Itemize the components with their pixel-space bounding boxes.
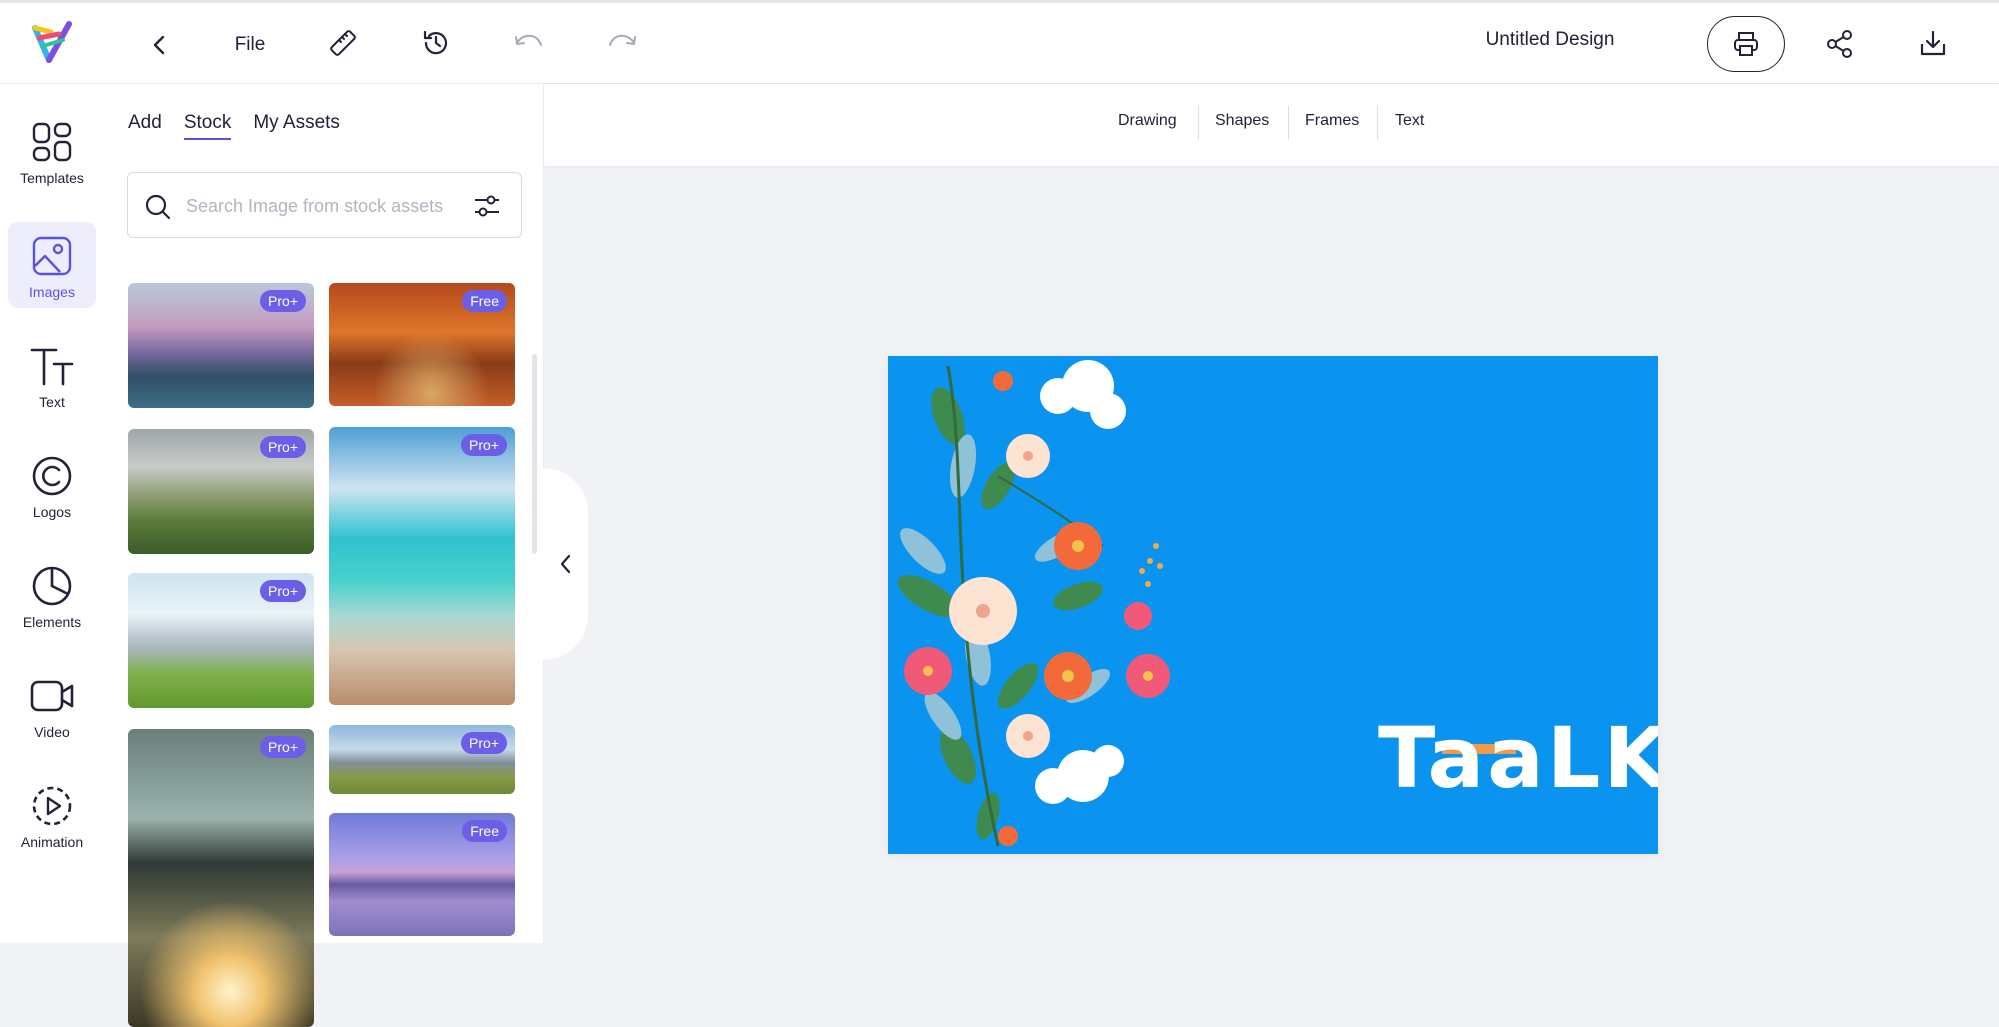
pro-badge: Pro+: [461, 434, 507, 456]
asset-panel: Add Stock My Assets Pro+ Free Pro+ Pro+ …: [106, 84, 544, 1027]
divider: [1288, 106, 1289, 140]
tool-shapes[interactable]: Shapes: [1215, 112, 1269, 130]
brand-text[interactable]: TaaLK: [1378, 716, 1658, 800]
undo-button[interactable]: [509, 23, 549, 63]
search-input[interactable]: [186, 191, 456, 221]
ruler-icon: [330, 30, 356, 56]
ruler-button[interactable]: [323, 23, 363, 63]
tab-my-assets[interactable]: My Assets: [253, 112, 340, 140]
stock-image-tropical-beach[interactable]: Pro+: [329, 427, 515, 705]
pro-badge: Pro+: [260, 290, 306, 312]
image-icon: [32, 236, 72, 276]
nav-label: Video: [34, 724, 70, 740]
nav-images[interactable]: Images: [8, 222, 96, 308]
nav-templates[interactable]: Templates: [8, 108, 96, 194]
video-icon: [30, 680, 74, 712]
search-box: [127, 172, 522, 238]
nav-label: Elements: [22, 614, 82, 630]
nav-video[interactable]: Video: [8, 662, 96, 748]
app-logo[interactable]: [26, 19, 76, 69]
panel-scrollbar[interactable]: [532, 354, 537, 554]
pro-badge: Pro+: [260, 580, 306, 602]
redo-icon: [609, 34, 636, 46]
history-icon: [423, 30, 448, 55]
tab-stock[interactable]: Stock: [183, 112, 231, 140]
chevron-left-icon: [560, 554, 570, 574]
top-bar: File Untitled Design: [0, 0, 1999, 84]
left-nav: Templates Images Text Logos Elements Vid…: [0, 84, 106, 943]
stock-image-purple-lake[interactable]: Free: [329, 813, 515, 936]
copyright-icon: [32, 456, 72, 496]
pro-badge: Pro+: [260, 436, 306, 458]
nav-label: Text: [39, 394, 65, 410]
tool-frames[interactable]: Frames: [1305, 112, 1359, 130]
search-icon: [145, 194, 171, 220]
stock-image-mountain-meadow[interactable]: Pro+: [329, 725, 515, 794]
design-canvas[interactable]: TaaLK: [888, 356, 1658, 854]
printer-icon: [1734, 32, 1758, 56]
nav-logos[interactable]: Logos: [8, 442, 96, 528]
history-button[interactable]: [416, 23, 456, 63]
share-icon: [1827, 30, 1852, 58]
panel-tabs: Add Stock My Assets: [128, 112, 340, 140]
tool-text[interactable]: Text: [1395, 112, 1424, 130]
pie-icon: [32, 566, 72, 606]
tool-drawing[interactable]: Drawing: [1118, 112, 1177, 130]
divider: [1198, 106, 1199, 140]
stock-image-autumn-forest[interactable]: Free: [329, 283, 515, 406]
nav-label: Images: [29, 284, 75, 300]
text-icon: [30, 348, 74, 386]
file-menu-button[interactable]: File: [218, 25, 282, 65]
nav-elements[interactable]: Elements: [8, 552, 96, 638]
free-badge: Free: [462, 290, 507, 312]
download-icon: [1920, 30, 1946, 56]
tab-add[interactable]: Add: [128, 112, 162, 140]
stock-image-city-park[interactable]: Pro+: [128, 573, 314, 708]
stock-image-green-valley[interactable]: Pro+: [128, 429, 314, 554]
share-button[interactable]: [1819, 23, 1861, 65]
undo-icon: [515, 34, 542, 46]
pro-badge: Pro+: [461, 732, 507, 754]
collapse-panel-button[interactable]: [543, 468, 588, 660]
document-title[interactable]: Untitled Design: [1440, 29, 1660, 59]
nav-label: Logos: [32, 504, 72, 520]
free-badge: Free: [462, 820, 507, 842]
back-button[interactable]: [140, 25, 180, 65]
tools-toolbar: Drawing Shapes Frames Text: [544, 84, 1999, 166]
chevron-left-icon: [153, 35, 165, 55]
stock-image-palm-trees[interactable]: Pro+: [128, 729, 314, 1027]
play-circle-icon: [32, 786, 72, 826]
print-button[interactable]: [1707, 16, 1785, 72]
grid-icon: [32, 122, 72, 162]
redo-button[interactable]: [602, 23, 642, 63]
divider: [1377, 106, 1378, 140]
filter-icon[interactable]: [472, 191, 502, 221]
nav-label: Templates: [20, 170, 84, 186]
nav-text[interactable]: Text: [8, 332, 96, 418]
pro-badge: Pro+: [260, 736, 306, 758]
download-button[interactable]: [1912, 23, 1954, 65]
nav-animation[interactable]: Animation: [8, 772, 96, 858]
floral-decoration[interactable]: [888, 356, 1188, 854]
nav-label: Animation: [20, 834, 84, 850]
stock-image-mountain-lake[interactable]: Pro+: [128, 283, 314, 408]
